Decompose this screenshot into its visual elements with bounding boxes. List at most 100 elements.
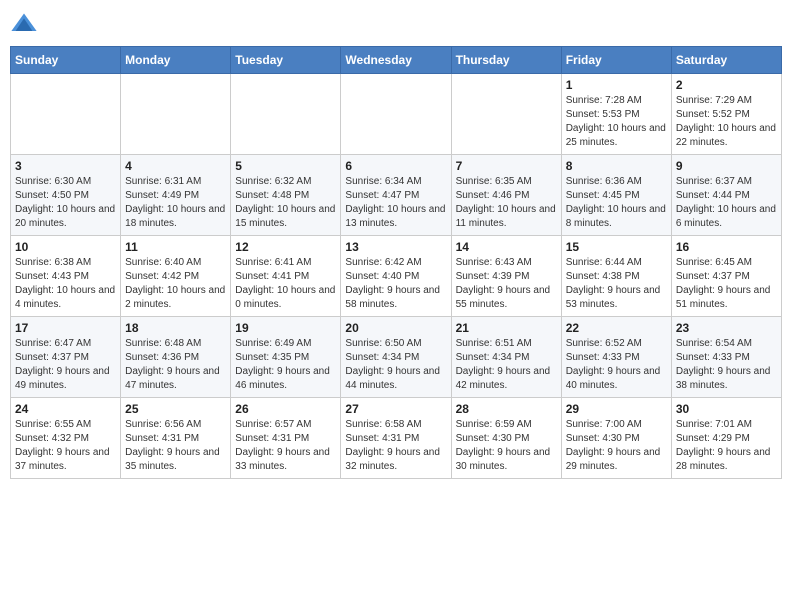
day-number: 22 <box>566 321 667 335</box>
day-number: 13 <box>345 240 446 254</box>
calendar-cell-w1-d2 <box>121 74 231 155</box>
day-number: 24 <box>15 402 116 416</box>
day-info: Sunrise: 6:40 AM Sunset: 4:42 PM Dayligh… <box>125 256 226 312</box>
day-info: Sunrise: 6:31 AM Sunset: 4:49 PM Dayligh… <box>125 175 226 231</box>
calendar-cell-w4-d2: 18 Sunrise: 6:48 AM Sunset: 4:36 PM Dayli… <box>121 317 231 398</box>
day-info: Sunrise: 6:38 AM Sunset: 4:43 PM Dayligh… <box>15 256 116 312</box>
calendar-cell-w2-d2: 4 Sunrise: 6:31 AM Sunset: 4:49 PM Daylig… <box>121 155 231 236</box>
day-info: Sunrise: 6:48 AM Sunset: 4:36 PM Dayligh… <box>125 337 226 393</box>
col-wednesday: Wednesday <box>341 47 451 74</box>
day-info: Sunrise: 6:47 AM Sunset: 4:37 PM Dayligh… <box>15 337 116 393</box>
col-thursday: Thursday <box>451 47 561 74</box>
day-number: 15 <box>566 240 667 254</box>
day-number: 25 <box>125 402 226 416</box>
day-number: 29 <box>566 402 667 416</box>
day-number: 28 <box>456 402 557 416</box>
calendar-cell-w3-d5: 14 Sunrise: 6:43 AM Sunset: 4:39 PM Dayli… <box>451 236 561 317</box>
calendar-cell-w3-d1: 10 Sunrise: 6:38 AM Sunset: 4:43 PM Dayli… <box>11 236 121 317</box>
calendar-header: Sunday Monday Tuesday Wednesday Thursday… <box>11 47 782 74</box>
day-number: 17 <box>15 321 116 335</box>
week-row-3: 10 Sunrise: 6:38 AM Sunset: 4:43 PM Dayli… <box>11 236 782 317</box>
calendar-cell-w3-d6: 15 Sunrise: 6:44 AM Sunset: 4:38 PM Dayli… <box>561 236 671 317</box>
calendar-cell-w3-d3: 12 Sunrise: 6:41 AM Sunset: 4:41 PM Dayli… <box>231 236 341 317</box>
logo-icon <box>10 10 38 38</box>
day-info: Sunrise: 6:30 AM Sunset: 4:50 PM Dayligh… <box>15 175 116 231</box>
day-number: 23 <box>676 321 777 335</box>
week-row-5: 24 Sunrise: 6:55 AM Sunset: 4:32 PM Dayli… <box>11 398 782 479</box>
calendar-cell-w2-d6: 8 Sunrise: 6:36 AM Sunset: 4:45 PM Daylig… <box>561 155 671 236</box>
day-info: Sunrise: 7:28 AM Sunset: 5:53 PM Dayligh… <box>566 94 667 150</box>
header-row: Sunday Monday Tuesday Wednesday Thursday… <box>11 47 782 74</box>
calendar-cell-w3-d2: 11 Sunrise: 6:40 AM Sunset: 4:42 PM Dayli… <box>121 236 231 317</box>
day-number: 19 <box>235 321 336 335</box>
day-info: Sunrise: 6:34 AM Sunset: 4:47 PM Dayligh… <box>345 175 446 231</box>
day-info: Sunrise: 6:56 AM Sunset: 4:31 PM Dayligh… <box>125 418 226 474</box>
calendar-cell-w4-d3: 19Sunrise: 6:49 AM Sunset: 4:35 PM Dayli… <box>231 317 341 398</box>
day-number: 18 <box>125 321 226 335</box>
day-info: Sunrise: 6:57 AM Sunset: 4:31 PM Dayligh… <box>235 418 336 474</box>
page-header <box>10 10 782 38</box>
day-number: 8 <box>566 159 667 173</box>
calendar-cell-w5-d2: 25 Sunrise: 6:56 AM Sunset: 4:31 PM Dayli… <box>121 398 231 479</box>
calendar-cell-w1-d4 <box>341 74 451 155</box>
calendar-cell-w5-d6: 29 Sunrise: 7:00 AM Sunset: 4:30 PM Dayli… <box>561 398 671 479</box>
day-info: Sunrise: 6:45 AM Sunset: 4:37 PM Dayligh… <box>676 256 777 312</box>
day-number: 30 <box>676 402 777 416</box>
calendar-cell-w2-d5: 7 Sunrise: 6:35 AM Sunset: 4:46 PM Daylig… <box>451 155 561 236</box>
calendar-cell-w2-d1: 3 Sunrise: 6:30 AM Sunset: 4:50 PM Daylig… <box>11 155 121 236</box>
day-number: 7 <box>456 159 557 173</box>
day-number: 14 <box>456 240 557 254</box>
calendar-body: 1 Sunrise: 7:28 AM Sunset: 5:53 PM Daylig… <box>11 74 782 479</box>
calendar-cell-w1-d1 <box>11 74 121 155</box>
calendar-cell-w3-d4: 13 Sunrise: 6:42 AM Sunset: 4:40 PM Dayli… <box>341 236 451 317</box>
day-number: 27 <box>345 402 446 416</box>
day-info: Sunrise: 6:41 AM Sunset: 4:41 PM Dayligh… <box>235 256 336 312</box>
day-info: Sunrise: 6:43 AM Sunset: 4:39 PM Dayligh… <box>456 256 557 312</box>
col-tuesday: Tuesday <box>231 47 341 74</box>
week-row-2: 3 Sunrise: 6:30 AM Sunset: 4:50 PM Daylig… <box>11 155 782 236</box>
calendar-cell-w2-d7: 9 Sunrise: 6:37 AM Sunset: 4:44 PM Daylig… <box>671 155 781 236</box>
col-saturday: Saturday <box>671 47 781 74</box>
day-info: Sunrise: 7:01 AM Sunset: 4:29 PM Dayligh… <box>676 418 777 474</box>
day-number: 1 <box>566 78 667 92</box>
day-number: 5 <box>235 159 336 173</box>
day-info: Sunrise: 6:59 AM Sunset: 4:30 PM Dayligh… <box>456 418 557 474</box>
day-number: 9 <box>676 159 777 173</box>
day-info: Sunrise: 6:51 AM Sunset: 4:34 PM Dayligh… <box>456 337 557 393</box>
week-row-4: 17 Sunrise: 6:47 AM Sunset: 4:37 PM Dayli… <box>11 317 782 398</box>
day-info: Sunrise: 6:58 AM Sunset: 4:31 PM Dayligh… <box>345 418 446 474</box>
calendar-table: Sunday Monday Tuesday Wednesday Thursday… <box>10 46 782 479</box>
day-info: Sunrise: 6:44 AM Sunset: 4:38 PM Dayligh… <box>566 256 667 312</box>
calendar-cell-w5-d7: 30 Sunrise: 7:01 AM Sunset: 4:29 PM Dayli… <box>671 398 781 479</box>
calendar-cell-w4-d6: 22Sunrise: 6:52 AM Sunset: 4:33 PM Dayli… <box>561 317 671 398</box>
day-info: Sunrise: 6:35 AM Sunset: 4:46 PM Dayligh… <box>456 175 557 231</box>
calendar-cell-w5-d1: 24 Sunrise: 6:55 AM Sunset: 4:32 PM Dayli… <box>11 398 121 479</box>
day-number: 21 <box>456 321 557 335</box>
day-number: 3 <box>15 159 116 173</box>
day-info: Sunrise: 7:29 AM Sunset: 5:52 PM Dayligh… <box>676 94 777 150</box>
calendar-cell-w1-d5 <box>451 74 561 155</box>
col-sunday: Sunday <box>11 47 121 74</box>
day-info: Sunrise: 6:32 AM Sunset: 4:48 PM Dayligh… <box>235 175 336 231</box>
day-number: 2 <box>676 78 777 92</box>
week-row-1: 1 Sunrise: 7:28 AM Sunset: 5:53 PM Daylig… <box>11 74 782 155</box>
day-info: Sunrise: 6:36 AM Sunset: 4:45 PM Dayligh… <box>566 175 667 231</box>
day-info: Sunrise: 6:55 AM Sunset: 4:32 PM Dayligh… <box>15 418 116 474</box>
day-info: Sunrise: 6:42 AM Sunset: 4:40 PM Dayligh… <box>345 256 446 312</box>
col-monday: Monday <box>121 47 231 74</box>
col-friday: Friday <box>561 47 671 74</box>
calendar-cell-w4-d1: 17 Sunrise: 6:47 AM Sunset: 4:37 PM Dayli… <box>11 317 121 398</box>
logo <box>10 10 42 38</box>
day-info: Sunrise: 6:37 AM Sunset: 4:44 PM Dayligh… <box>676 175 777 231</box>
day-number: 11 <box>125 240 226 254</box>
day-number: 10 <box>15 240 116 254</box>
day-number: 20 <box>345 321 446 335</box>
day-number: 4 <box>125 159 226 173</box>
calendar-cell-w4-d7: 23Sunrise: 6:54 AM Sunset: 4:33 PM Dayli… <box>671 317 781 398</box>
calendar-cell-w2-d4: 6 Sunrise: 6:34 AM Sunset: 4:47 PM Daylig… <box>341 155 451 236</box>
day-info: Sunrise: 6:50 AM Sunset: 4:34 PM Dayligh… <box>345 337 446 393</box>
day-number: 6 <box>345 159 446 173</box>
day-info: Sunrise: 7:00 AM Sunset: 4:30 PM Dayligh… <box>566 418 667 474</box>
day-number: 12 <box>235 240 336 254</box>
calendar-cell-w1-d7: 2 Sunrise: 7:29 AM Sunset: 5:52 PM Daylig… <box>671 74 781 155</box>
